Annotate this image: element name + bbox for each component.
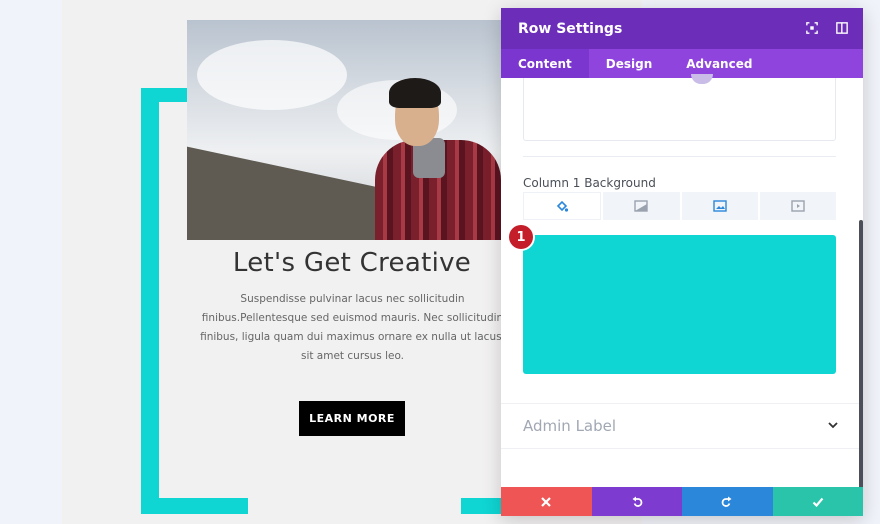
panel-header: Row Settings xyxy=(501,8,863,49)
step-badge: 1 xyxy=(509,225,533,249)
column-background-label: Column 1 Background xyxy=(523,176,656,190)
color-icon[interactable] xyxy=(523,192,602,220)
panel-tabs: Content Design Advanced xyxy=(501,49,863,78)
background-color-preview[interactable] xyxy=(523,235,836,374)
image-icon[interactable] xyxy=(681,192,758,220)
sidebar-toggle-icon[interactable] xyxy=(835,21,849,35)
page-headline: Let's Get Creative xyxy=(232,248,472,278)
close-icon xyxy=(541,496,552,507)
redo-icon xyxy=(721,496,732,507)
panel-scrollbar[interactable] xyxy=(859,220,863,490)
redo-button[interactable] xyxy=(682,487,773,516)
learn-more-button[interactable]: LEARN MORE xyxy=(299,401,405,436)
undo-button[interactable] xyxy=(591,487,682,516)
page-body-text: Suspendisse pulvinar lacus nec sollicitu… xyxy=(200,293,505,362)
gradient-icon[interactable] xyxy=(603,192,680,220)
panel-title: Row Settings xyxy=(518,20,623,37)
tab-content[interactable]: Content xyxy=(501,49,589,78)
tab-design[interactable]: Design xyxy=(589,49,670,78)
admin-label-toggle[interactable]: Admin Label xyxy=(523,417,616,435)
row-settings-panel: Row Settings Content Design Advanced Col… xyxy=(501,8,863,516)
panel-body: Column 1 Background 1 Admin Label xyxy=(501,74,863,486)
accent-frame-left xyxy=(141,88,159,514)
undo-icon xyxy=(632,496,643,507)
previous-field-handle xyxy=(691,74,713,84)
panel-footer xyxy=(501,487,863,516)
save-button[interactable] xyxy=(772,487,863,516)
accent-frame-bottom xyxy=(141,498,248,514)
accent-frame-top xyxy=(141,88,191,102)
hero-photo xyxy=(187,20,507,240)
discard-button[interactable] xyxy=(501,487,592,516)
previous-field-box xyxy=(523,74,836,141)
accent-frame-bottom-right xyxy=(461,498,506,514)
chevron-down-icon[interactable] xyxy=(827,419,839,431)
fullscreen-icon[interactable] xyxy=(805,21,819,35)
tab-advanced[interactable]: Advanced xyxy=(669,49,769,78)
video-icon[interactable] xyxy=(759,192,836,220)
check-icon xyxy=(812,497,824,507)
background-type-tabs xyxy=(523,192,836,220)
